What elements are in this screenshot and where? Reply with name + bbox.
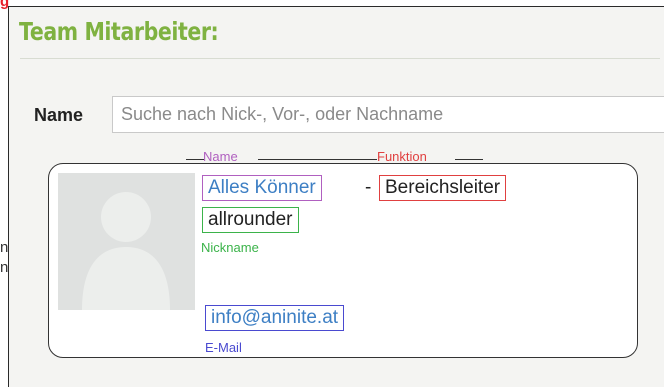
annotation-email: E-Mail — [205, 340, 242, 355]
avatar — [58, 173, 195, 310]
annotation-line — [455, 159, 483, 160]
annotation-name: Name — [203, 149, 238, 164]
member-nickname: allrounder — [202, 207, 299, 233]
section-title: Team Mitarbeiter: — [19, 17, 219, 46]
title-divider — [20, 58, 660, 59]
member-function: Bereichsleiter — [379, 175, 507, 201]
annotation-function: Funktion — [377, 149, 427, 164]
member-name-link[interactable]: Alles Könner — [202, 175, 322, 201]
member-email-link[interactable]: info@aninite.at — [205, 305, 345, 331]
person-silhouette-icon — [82, 192, 170, 310]
search-label: Name — [34, 105, 84, 125]
annotation-nickname: Nickname — [201, 240, 259, 255]
member-search-input[interactable] — [112, 96, 664, 133]
annotation-line — [258, 159, 377, 160]
annotation-line — [186, 159, 204, 160]
name-function-separator: - — [365, 177, 372, 198]
